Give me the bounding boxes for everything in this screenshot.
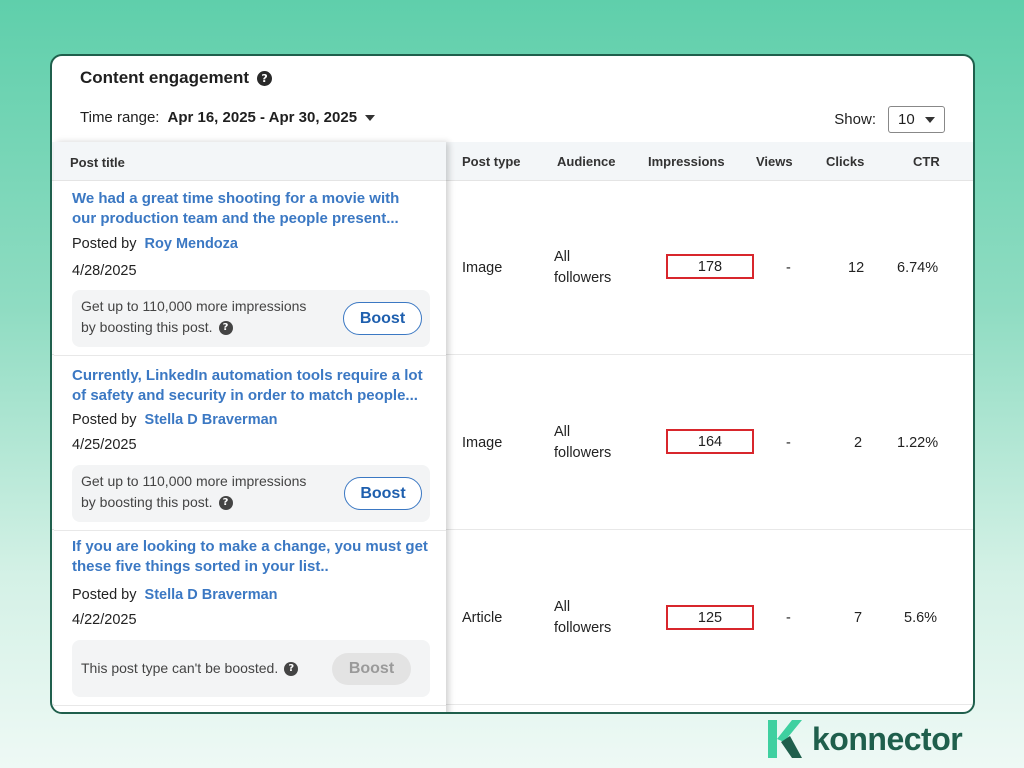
row2-clicks: 2 bbox=[854, 435, 863, 451]
author-link[interactable]: Stella D Braverman bbox=[145, 412, 278, 428]
row1-post-type: Image bbox=[462, 260, 503, 276]
row3-impressions-highlight: 125 bbox=[666, 605, 754, 630]
post-title-line1: We had a great time shooting for a movie… bbox=[72, 190, 400, 207]
show-label: Show: bbox=[834, 111, 876, 128]
boost-button[interactable]: Boost bbox=[344, 477, 422, 510]
row3-post-type: Article bbox=[462, 610, 503, 626]
post-title-line1: Currently, LinkedIn automation tools req… bbox=[72, 367, 423, 384]
row1-views: - bbox=[786, 260, 791, 276]
show-count-select[interactable]: 10 bbox=[888, 106, 945, 133]
time-range-dropdown[interactable]: Apr 16, 2025 - Apr 30, 2025 bbox=[167, 109, 376, 126]
konnector-logo: konnector bbox=[768, 720, 963, 758]
boost-text: Get up to 110,000 more impressions by bo… bbox=[81, 296, 306, 338]
row1-audience-line2: followers bbox=[554, 270, 612, 286]
header-post-type[interactable]: Post type bbox=[462, 154, 521, 169]
dropdown-caret-icon bbox=[365, 114, 376, 121]
header-post-title[interactable]: Post title bbox=[54, 142, 446, 181]
boost-text-line1: Get up to 110,000 more impressions bbox=[81, 473, 307, 489]
boost-panel: This post type can't be boosted. ? Boost bbox=[72, 640, 430, 697]
posted-by: Posted by Stella D Braverman bbox=[72, 412, 278, 428]
row2-impressions-highlight: 164 bbox=[666, 429, 754, 454]
boost-text-line2: by boosting this post. bbox=[81, 319, 213, 335]
boost-panel: Get up to 110,000 more impressions by bo… bbox=[72, 290, 430, 347]
row1-ctr: 6.74% bbox=[897, 260, 939, 276]
post-title-line1: If you are looking to make a change, you… bbox=[72, 538, 428, 555]
table-row: Currently, LinkedIn automation tools req… bbox=[54, 356, 446, 531]
posted-by: Posted by Roy Mendoza bbox=[72, 236, 238, 252]
row2-ctr: 1.22% bbox=[897, 435, 939, 451]
row2-views: - bbox=[786, 435, 791, 451]
time-range-label: Time range: bbox=[80, 109, 160, 126]
brand-name: konnector bbox=[812, 720, 963, 757]
author-link[interactable]: Roy Mendoza bbox=[145, 236, 238, 252]
posted-by-label: Posted by bbox=[72, 236, 137, 252]
time-range-filter: Time range: Apr 16, 2025 - Apr 30, 2025 bbox=[80, 109, 376, 126]
header-clicks[interactable]: Clicks bbox=[826, 154, 864, 169]
post-title-link[interactable]: If you are looking to make a change, you… bbox=[72, 537, 432, 577]
boost-panel: Get up to 110,000 more impressions by bo… bbox=[72, 465, 430, 522]
header-audience[interactable]: Audience bbox=[557, 154, 616, 169]
row3-impressions: 125 bbox=[697, 609, 723, 626]
boost-text: Get up to 110,000 more impressions by bo… bbox=[81, 471, 306, 513]
post-title-line2: of safety and security in order to match… bbox=[72, 387, 418, 404]
help-icon[interactable]: ? bbox=[284, 661, 299, 676]
help-icon[interactable]: ? bbox=[257, 70, 273, 86]
row1-impressions-highlight: 178 bbox=[666, 254, 754, 279]
post-title-link[interactable]: We had a great time shooting for a movie… bbox=[72, 189, 432, 229]
row2-audience-line1: All bbox=[554, 424, 571, 440]
card-title-text: Content engagement bbox=[80, 68, 250, 87]
post-title-link[interactable]: Currently, LinkedIn automation tools req… bbox=[72, 366, 432, 406]
table-row: If you are looking to make a change, you… bbox=[54, 531, 446, 706]
help-icon[interactable]: ? bbox=[218, 320, 233, 335]
row3-audience-line1: All bbox=[554, 599, 571, 615]
header-ctr[interactable]: CTR bbox=[913, 154, 940, 169]
chevron-down-icon bbox=[925, 116, 935, 123]
row1-audience-line1: All bbox=[554, 249, 571, 265]
posted-by-label: Posted by bbox=[72, 412, 137, 428]
header-views[interactable]: Views bbox=[756, 154, 793, 169]
posted-by-label: Posted by bbox=[72, 587, 137, 603]
row1-impressions: 178 bbox=[697, 258, 723, 275]
post-title-line2: these five things sorted in your list.. bbox=[72, 558, 329, 575]
show-filter: Show: 10 bbox=[834, 106, 945, 133]
post-date: 4/22/2025 bbox=[72, 612, 137, 628]
boost-button[interactable]: Boost bbox=[343, 302, 422, 335]
row3-ctr: 5.6% bbox=[904, 610, 938, 626]
boost-text-line2: by boosting this post. bbox=[81, 494, 213, 510]
boost-text: This post type can't be boosted. ? bbox=[81, 658, 299, 679]
content-engagement-card: Content engagement ? Time range: Apr 16,… bbox=[50, 54, 975, 714]
posted-by: Posted by Stella D Braverman bbox=[72, 587, 278, 603]
row1-clicks: 12 bbox=[848, 260, 865, 276]
boost-text-line1: Get up to 110,000 more impressions bbox=[81, 298, 307, 314]
header-impressions[interactable]: Impressions bbox=[648, 154, 725, 169]
row2-impressions: 164 bbox=[697, 433, 723, 450]
card-title: Content engagement ? bbox=[80, 68, 273, 88]
post-date: 4/25/2025 bbox=[72, 437, 137, 453]
konnector-logo-icon bbox=[768, 720, 802, 758]
post-title-column: Post title We had a great time shooting … bbox=[54, 142, 446, 712]
post-title-line2: our production team and the people prese… bbox=[72, 210, 399, 227]
row3-clicks: 7 bbox=[854, 610, 863, 626]
row2-audience-line2: followers bbox=[554, 445, 612, 461]
row2-post-type: Image bbox=[462, 435, 503, 451]
boost-text-line1: This post type can't be boosted. bbox=[81, 660, 279, 676]
row3-audience-line2: followers bbox=[554, 620, 612, 636]
author-link[interactable]: Stella D Braverman bbox=[145, 587, 278, 603]
show-count-value: 10 bbox=[898, 111, 915, 128]
table-row: We had a great time shooting for a movie… bbox=[54, 181, 446, 356]
boost-button-disabled: Boost bbox=[332, 653, 411, 685]
help-icon[interactable]: ? bbox=[218, 495, 233, 510]
time-range-value: Apr 16, 2025 - Apr 30, 2025 bbox=[167, 109, 358, 126]
post-date: 4/28/2025 bbox=[72, 263, 137, 279]
row3-views: - bbox=[786, 610, 791, 626]
